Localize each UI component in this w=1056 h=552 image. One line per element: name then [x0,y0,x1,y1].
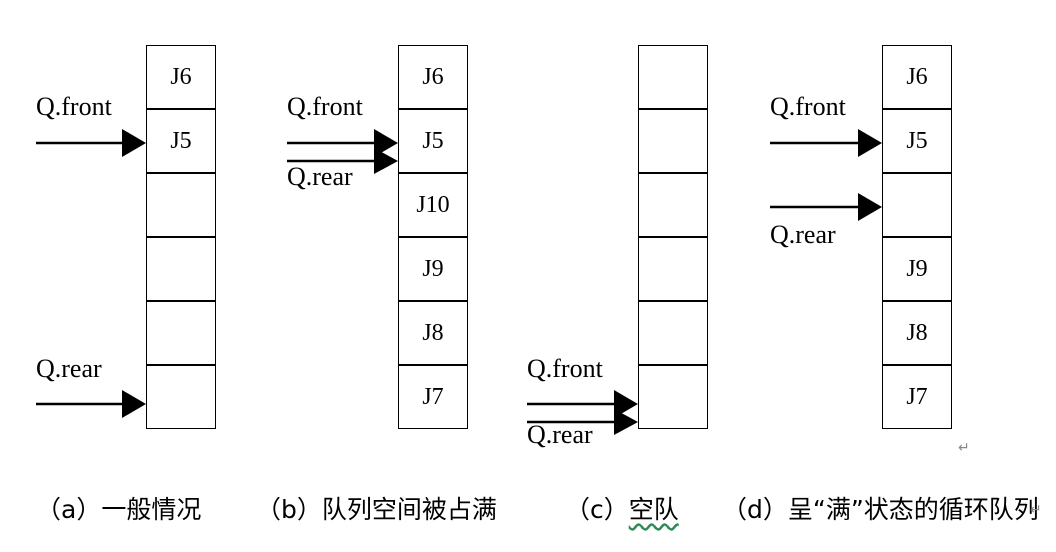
arrow-a-front [36,129,146,157]
caption-d: （d）呈“满”状态的循环队列 [722,495,1039,524]
paragraph-mark: ↵ [1030,502,1042,518]
queue-cell [882,173,952,237]
caption-c: （c）空队 [565,490,679,526]
queue-cell: J5 [882,109,952,173]
queue-cell: J8 [398,301,468,365]
queue-cell [638,45,708,109]
queue-cell: J7 [398,365,468,429]
queue-cell [638,301,708,365]
queue-cell: J6 [398,45,468,109]
rear-pointer-label-c: Q.rear [527,420,593,449]
queue-cell: J5 [146,109,216,173]
queue-cell [638,365,708,429]
queue-cell: J5 [398,109,468,173]
paragraph-mark: ↵ [958,440,970,456]
front-pointer-label-c: Q.front [527,354,603,383]
rear-pointer-label-a: Q.rear [36,354,102,383]
queue-cell [146,173,216,237]
arrow-a-rear [36,390,146,418]
queue-cell: J8 [882,301,952,365]
queue-cell [146,301,216,365]
front-pointer-label-a: Q.front [36,92,112,121]
queue-cell [638,109,708,173]
front-pointer-label-d: Q.front [770,92,846,121]
caption-a: （a）一般情况 [36,495,202,524]
caption-c-text: 空队 [628,495,679,524]
arrow-d-front [770,129,882,157]
queue-cell: J9 [882,237,952,301]
rear-pointer-label-b: Q.rear [287,162,353,191]
queue-cell [638,173,708,237]
caption-c-prefix: （c） [565,495,629,524]
queue-cell [146,237,216,301]
queue-cell: J7 [882,365,952,429]
rear-pointer-label-d: Q.rear [770,220,836,249]
arrow-d-rear [770,193,882,221]
caption-b: （b）队列空间被占满 [256,495,497,524]
queue-cell: J9 [398,237,468,301]
circular-queue-diagram: J6 J5 Q.front Q.rear J6 J5 J10 J9 J8 J7 … [0,0,1056,552]
queue-cell: J10 [398,173,468,237]
queue-cell: J6 [882,45,952,109]
queue-cell [638,237,708,301]
queue-cell: J6 [146,45,216,109]
front-pointer-label-b: Q.front [287,92,363,121]
queue-cell [146,365,216,429]
